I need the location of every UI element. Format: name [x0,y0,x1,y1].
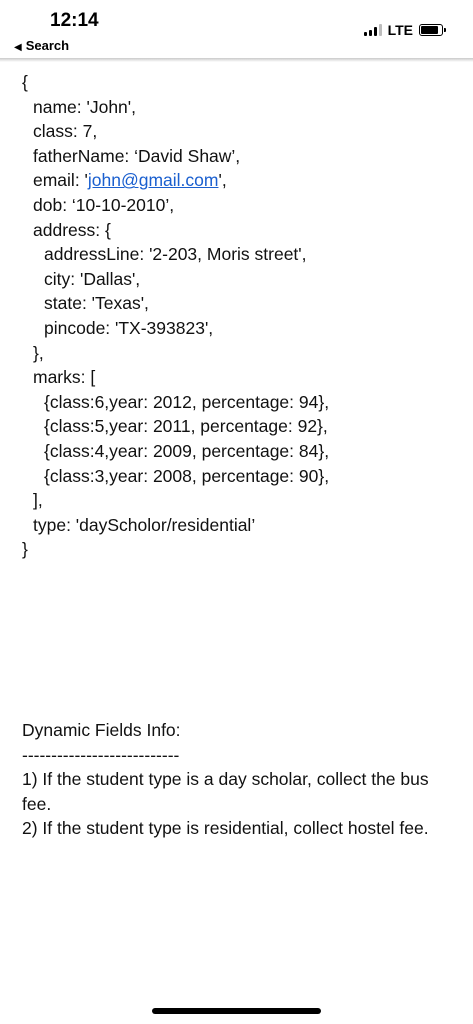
status-bar: 12:14 ◀ Search LTE [0,0,473,58]
code-marks-item: {class:6,year: 2012, percentage: 94}, [44,391,330,412]
status-time: 12:14 [50,10,99,31]
back-arrow-icon: ◀ [14,42,22,53]
code-email: email: 'john@gmail.com', [22,168,452,193]
code-class: class: 7, [33,121,98,142]
network-type-label: LTE [387,22,413,38]
info-title: Dynamic Fields Info: [22,720,181,740]
code-close-brace: } [22,539,28,560]
code-marks-close: ], [33,490,43,511]
code-name: name: 'John', [33,96,136,117]
code-open-brace: { [22,72,28,92]
info-rule-day-scholar: 1) If the student type is a day scholar,… [22,769,429,814]
email-link[interactable]: john@gmail.com [88,170,219,190]
code-father-name: fatherName: ‘David Shaw’, [33,145,241,166]
code-block: { name: 'John', class: 7, fatherName: ‘D… [22,70,452,562]
info-rule-residential: 2) If the student type is residential, c… [22,818,429,839]
code-city: city: 'Dallas', [44,268,141,289]
code-type: type: 'dayScholor/residential’ [33,514,256,535]
status-indicators: LTE [363,22,446,38]
code-marks-item: {class:5,year: 2011, percentage: 92}, [44,416,328,437]
email-suffix: ', [218,170,227,191]
dynamic-fields-info: Dynamic Fields Info: -------------------… [22,718,452,841]
code-marks-open: marks: [ [33,367,96,388]
code-marks-item: {class:4,year: 2009, percentage: 84}, [44,440,330,461]
code-address-line: addressLine: '2-203, Moris street', [44,244,307,265]
code-address-open: address: { [33,219,111,240]
code-state: state: 'Texas', [44,293,149,314]
battery-icon [419,24,446,36]
code-dob: dob: ‘10-10-2010’, [33,194,175,215]
code-pincode: pincode: 'TX-393823', [44,317,214,338]
header-shadow [0,58,473,62]
code-address-close: }, [33,342,44,363]
code-marks-item: {class:3,year: 2008, percentage: 90}, [44,465,330,486]
back-to-search-button[interactable]: ◀ Search [14,38,69,53]
home-indicator[interactable] [152,1008,321,1014]
signal-strength-icon [363,24,382,36]
info-separator: --------------------------- [22,744,180,765]
email-prefix: email: ' [33,170,88,191]
back-label: Search [25,38,70,53]
